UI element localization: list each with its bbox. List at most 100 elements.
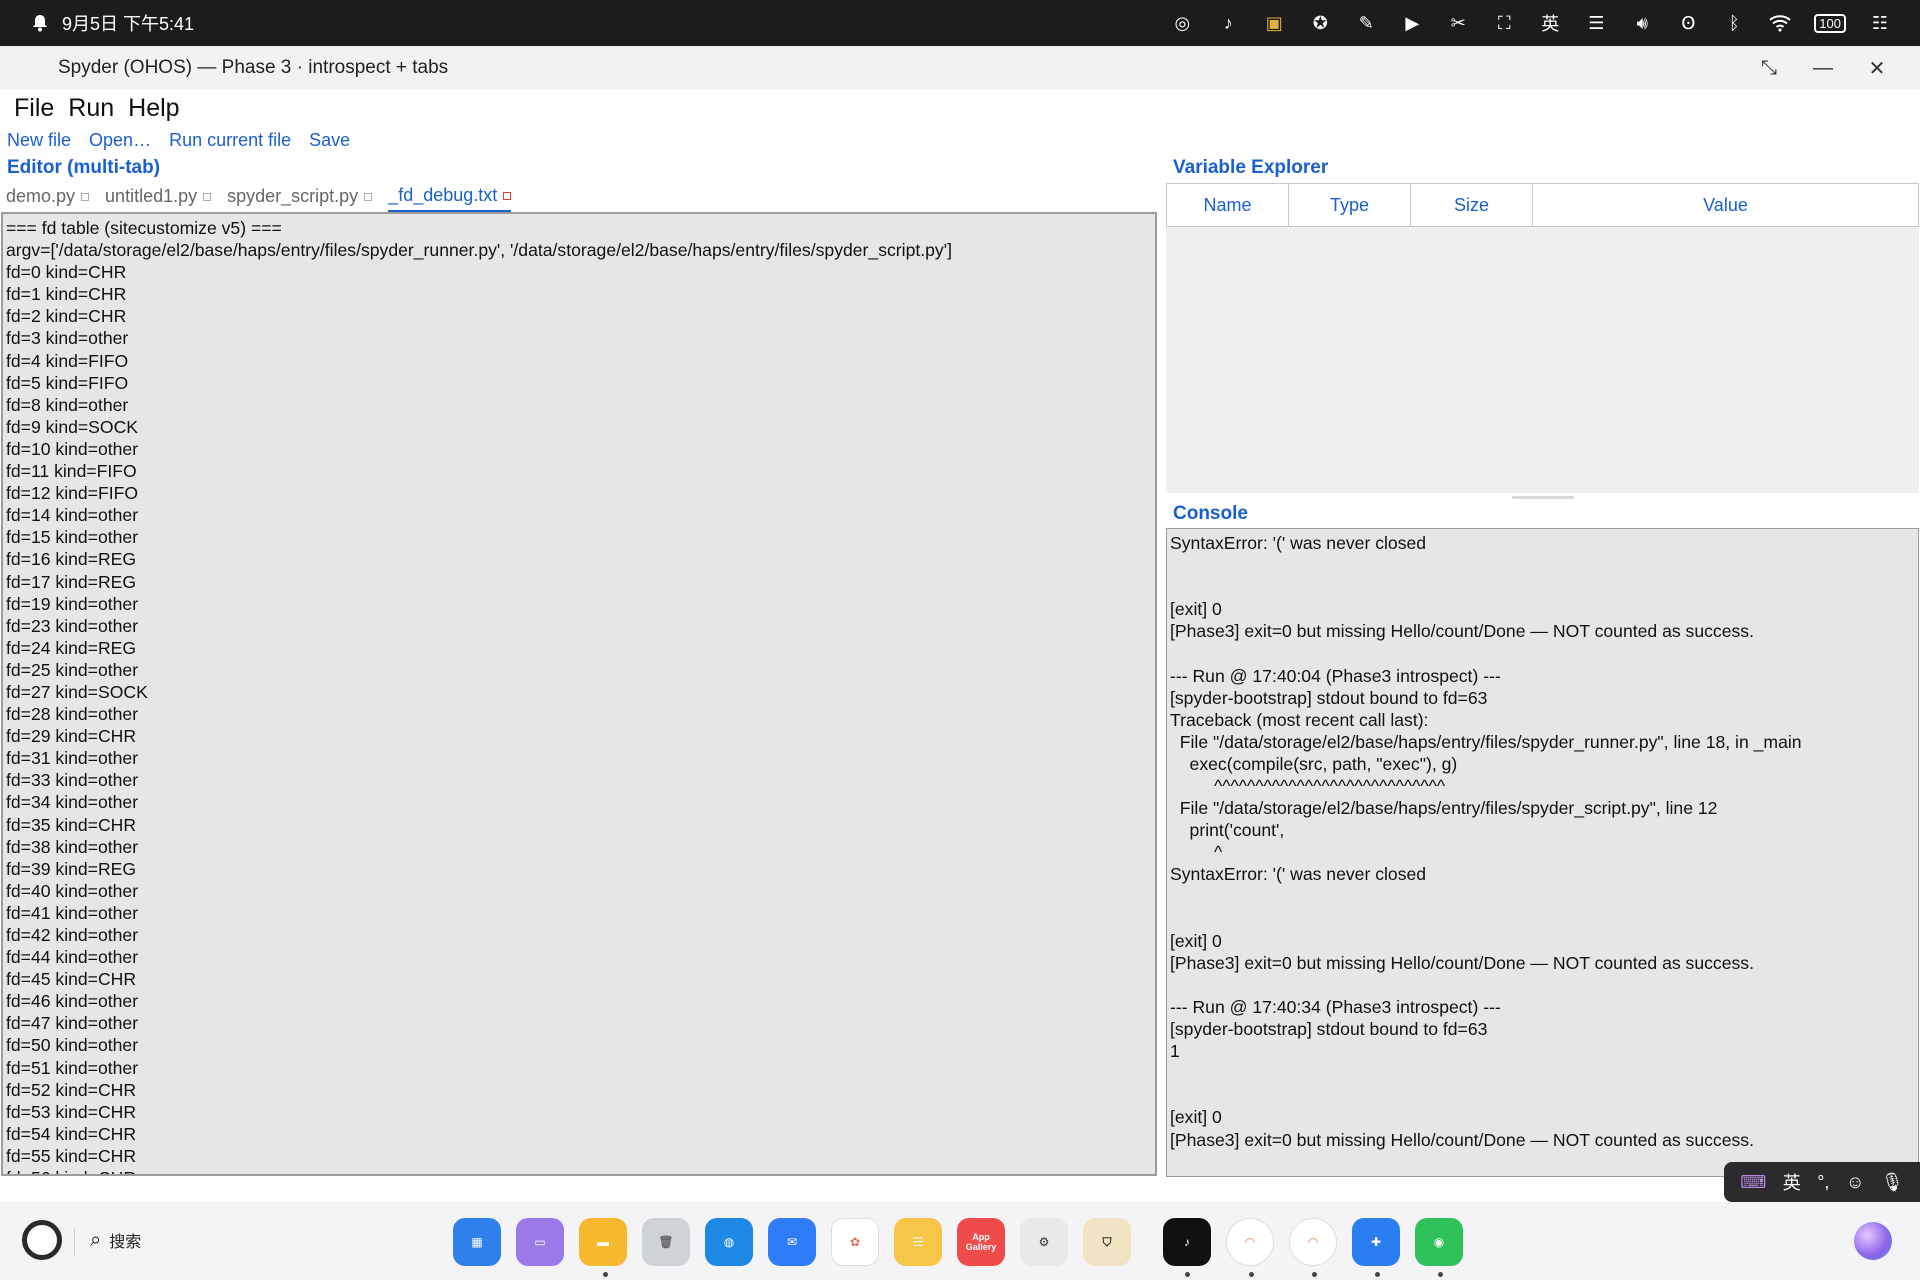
editor-text-area[interactable]: === fd table (sitecustomize v5) === argv=… — [1, 212, 1157, 1176]
app-orange-1-icon[interactable]: ◠ — [1226, 1218, 1274, 1266]
security-icon[interactable]: ⛉ — [1083, 1218, 1131, 1266]
run-current-file-button[interactable]: Run current file — [169, 130, 291, 151]
editor-line: fd=47 kind=other — [6, 1013, 139, 1034]
bell-icon[interactable] — [28, 11, 52, 35]
files-icon[interactable]: ▬ — [579, 1218, 627, 1266]
editor-line: === fd table (sitecustomize v5) === — [6, 218, 282, 238]
editor-tab-label: spyder_script.py — [227, 186, 359, 206]
open-button[interactable]: Open… — [89, 130, 151, 151]
running-indicator — [1312, 1272, 1317, 1277]
control-center-icon[interactable]: ☷ — [1868, 11, 1892, 35]
ime-punctuation-icon[interactable]: °, — [1817, 1172, 1829, 1193]
editor-title: Editor (multi-tab) — [7, 157, 161, 178]
settings-icon[interactable]: ⚙ — [1020, 1218, 1068, 1266]
editor-line: fd=28 kind=other — [6, 704, 139, 725]
plugin-icon[interactable]: ✚ — [1352, 1218, 1400, 1266]
ime-language-toggle[interactable]: 英 — [1783, 1169, 1801, 1195]
photos-icon[interactable]: ✿ — [831, 1218, 879, 1266]
editor-line: fd=54 kind=CHR — [6, 1123, 137, 1144]
editor-line: fd=27 kind=SOCK — [6, 681, 148, 702]
console-line: [exit] 0 — [1170, 599, 1222, 620]
column-header-name[interactable]: Name — [1166, 183, 1289, 227]
multitask-icon[interactable]: ▭ — [516, 1218, 564, 1266]
variable-explorer-title: Variable Explorer — [1173, 157, 1329, 178]
note-tray-icon[interactable]: ✎ — [1354, 11, 1378, 35]
tab-close-icon[interactable] — [81, 192, 90, 201]
save-button[interactable]: Save — [309, 130, 350, 151]
running-indicator — [1438, 1272, 1443, 1277]
video-tray-icon[interactable]: ▶ — [1400, 11, 1424, 35]
wifi-icon[interactable] — [1768, 11, 1792, 35]
editor-tab[interactable]: demo.py — [6, 184, 90, 212]
emoji-icon[interactable]: ☺ — [1846, 1172, 1864, 1193]
console-line: --- Run @ 17:40:04 (Phase3 introspect) -… — [1170, 665, 1501, 686]
bluetooth-icon[interactable]: ᛒ — [1722, 11, 1746, 35]
console-line: [spyder-bootstrap] stdout bound to fd=63 — [1170, 1019, 1488, 1040]
editor-line: fd=29 kind=CHR — [6, 726, 137, 747]
editor-line: fd=17 kind=REG — [6, 571, 137, 592]
trash-icon[interactable]: 🗑︎ — [642, 1218, 690, 1266]
console-output[interactable]: SyntaxError: '(' was never closed [exit] … — [1166, 528, 1919, 1177]
scissors-tray-icon[interactable]: ✂ — [1446, 11, 1470, 35]
editor-line: fd=11 kind=FIFO — [6, 461, 137, 482]
screenshot-tray-icon[interactable]: ⛶ — [1492, 11, 1516, 35]
wechat-icon[interactable]: ◉ — [1415, 1218, 1463, 1266]
tiktok-tray-icon[interactable]: ♪ — [1216, 11, 1240, 35]
restore-icon[interactable]: ⤡ — [1756, 55, 1782, 81]
editor-tab[interactable]: _fd_debug.txt — [388, 184, 512, 212]
notes-icon[interactable]: ☰ — [894, 1218, 942, 1266]
toolbar: New file Open… Run current file Save — [7, 130, 350, 151]
column-header-value[interactable]: Value — [1532, 183, 1919, 227]
editor-line: fd=40 kind=other — [6, 880, 139, 901]
app-gallery-icon[interactable]: App Gallery — [957, 1218, 1005, 1266]
microphone-icon[interactable]: 🎙︎ — [1881, 1172, 1904, 1193]
editor-line: fd=5 kind=FIFO — [6, 372, 129, 393]
editor-tabs: demo.py untitled1.py spyder_script.py _fd_d… — [6, 184, 512, 212]
editor-line: fd=38 kind=other — [6, 836, 139, 857]
window-title: Spyder (OHOS) — Phase 3 · introspect + t… — [58, 57, 449, 78]
tiktok-icon[interactable]: ♪ — [1163, 1218, 1211, 1266]
gamepad-tray-icon[interactable]: ✪ — [1308, 11, 1332, 35]
tab-close-icon[interactable] — [364, 192, 373, 201]
cast-tray-icon[interactable]: ☰ — [1584, 11, 1608, 35]
menu-run[interactable]: Run — [68, 94, 114, 124]
tab-close-icon[interactable] — [203, 192, 212, 201]
coin-tray-icon[interactable]: ▣ — [1262, 11, 1286, 35]
column-header-type[interactable]: Type — [1288, 183, 1411, 227]
editor-line: fd=42 kind=other — [6, 925, 139, 945]
assistant-orb-icon[interactable] — [1854, 1222, 1892, 1260]
app-orange-2-icon[interactable]: ◠ — [1289, 1218, 1337, 1266]
editor-line: fd=24 kind=REG — [6, 637, 137, 658]
console-line: 1 — [1170, 1041, 1180, 1062]
editor-tab[interactable]: untitled1.py — [105, 184, 212, 212]
editor-line: fd=2 kind=CHR — [6, 306, 127, 327]
start-button[interactable] — [22, 1220, 62, 1260]
editor-line: fd=0 kind=CHR — [6, 262, 127, 283]
running-indicator — [603, 1272, 608, 1277]
input-method-icon[interactable]: 英 — [1538, 11, 1562, 35]
volume-icon[interactable]: 🔊︎ — [1630, 11, 1654, 35]
console-line: [Phase3] exit=0 but missing Hello/count/… — [1170, 621, 1754, 642]
editor-tab-label: untitled1.py — [105, 186, 198, 206]
menu-help[interactable]: Help — [128, 94, 179, 124]
ime-switch-icon[interactable]: ⌨ — [1740, 1172, 1766, 1193]
wechat-tray-icon[interactable]: ◎ — [1170, 11, 1194, 35]
browser-icon[interactable]: ◍ — [705, 1218, 753, 1266]
nfc-icon[interactable]: Ꙩ — [1676, 11, 1700, 35]
dock-search[interactable]: ⌕ 搜索 — [90, 1228, 141, 1252]
column-header-size[interactable]: Size — [1410, 183, 1533, 227]
panel-splitter-handle[interactable] — [1512, 496, 1574, 499]
tab-close-icon[interactable] — [503, 191, 512, 200]
variable-table: Name Type Size Value — [1166, 183, 1919, 227]
close-icon[interactable]: ✕ — [1864, 55, 1890, 81]
editor-line: fd=53 kind=CHR — [6, 1101, 137, 1122]
minimize-icon[interactable]: — — [1810, 55, 1836, 81]
menu-file[interactable]: File — [14, 94, 54, 124]
mail-icon[interactable]: ✉ — [768, 1218, 816, 1266]
editor-tab[interactable]: spyder_script.py — [227, 184, 373, 212]
new-file-button[interactable]: New file — [7, 130, 71, 151]
app-launcher-icon[interactable]: ▦ — [453, 1218, 501, 1266]
